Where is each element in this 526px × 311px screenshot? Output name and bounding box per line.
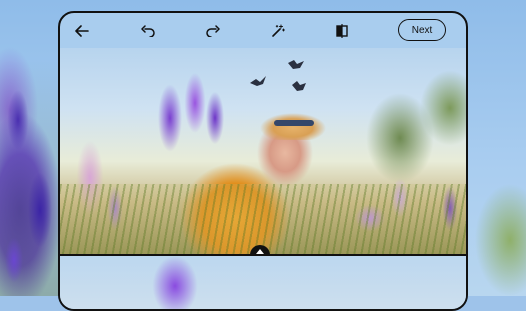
- redo-icon[interactable]: [203, 21, 223, 41]
- background-flowers: [0, 60, 60, 296]
- magic-wand-icon[interactable]: [268, 21, 288, 41]
- original-photo-preview: [60, 256, 466, 309]
- top-toolbar: Next: [60, 13, 466, 48]
- undo-icon[interactable]: [138, 21, 158, 41]
- editor-frame: Next: [58, 11, 468, 311]
- compare-icon[interactable]: [332, 21, 352, 41]
- back-arrow-icon[interactable]: [72, 21, 92, 41]
- bird-silhouettes: [250, 60, 306, 91]
- edited-photo[interactable]: [60, 48, 466, 254]
- next-button[interactable]: Next: [398, 19, 446, 41]
- photo-lupine-flowers: [140, 63, 230, 163]
- photo-grass: [60, 184, 466, 254]
- photo-hat-band: [274, 120, 314, 126]
